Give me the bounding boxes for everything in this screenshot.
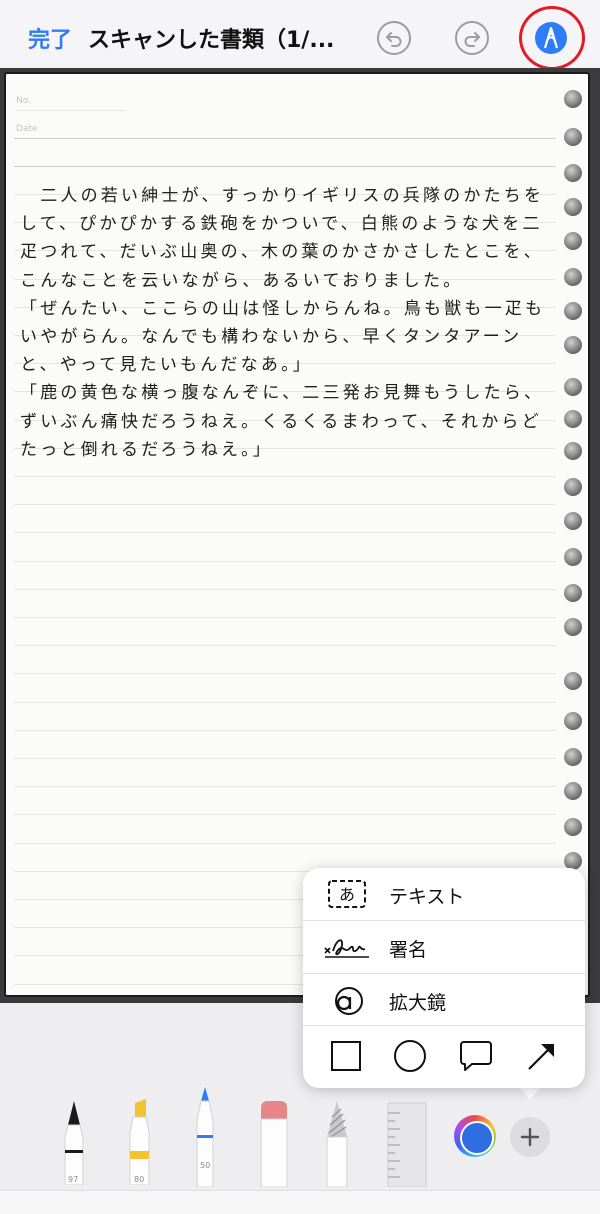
eraser-tool[interactable] (258, 1099, 290, 1191)
done-button[interactable]: 完了 (28, 22, 72, 54)
pencil-tool[interactable]: 50 (190, 1083, 220, 1191)
marker-icon (129, 1099, 150, 1186)
signature-icon (324, 939, 369, 958)
binding-hole (564, 512, 582, 530)
arrow-icon[interactable] (525, 1039, 559, 1073)
page-line (14, 561, 556, 562)
binding-hole (564, 410, 582, 428)
binding-hole (564, 618, 582, 636)
page-line (14, 843, 556, 844)
binding-hole (564, 378, 582, 396)
menu-item-label: 署名 (389, 939, 428, 961)
page-line (14, 166, 556, 167)
pen-icon (64, 1101, 84, 1186)
binding-hole (564, 748, 582, 766)
color-picker-button[interactable] (454, 1115, 496, 1157)
marker-tool[interactable]: 80 (124, 1095, 154, 1189)
page-line (14, 758, 556, 759)
binding-hole (564, 712, 582, 730)
menu-item-label: テキスト (389, 886, 465, 908)
add-button[interactable] (510, 1117, 550, 1157)
binding-hole (564, 782, 582, 800)
menu-item-magnifier[interactable]: 拡大鏡 (303, 974, 585, 1026)
menu-item-signature[interactable]: 署名 (303, 921, 585, 973)
page-line (14, 504, 556, 505)
page-line (14, 476, 556, 477)
ruler-icon (387, 1102, 427, 1188)
document-title: スキャンした書類（1/... (88, 28, 335, 53)
redo-icon (464, 32, 480, 47)
shape-row (303, 1026, 585, 1088)
page-no-label: No. (16, 96, 31, 106)
pencil-icon (196, 1087, 214, 1188)
lasso-tool[interactable] (322, 1097, 352, 1191)
navigation-bar: 完了 スキャンした書類（1/... (0, 0, 600, 78)
undo-button[interactable] (377, 21, 411, 55)
text-box-glyph: あ (339, 885, 355, 904)
scanned-page: No. Date 二人の若い紳士が、すっかりイギリスの兵隊のかたちをして、ぴかぴ… (4, 72, 590, 997)
binding-hole (564, 584, 582, 602)
binding-hole (564, 336, 582, 354)
highlight-ring (519, 6, 585, 70)
binding-hole (564, 128, 582, 146)
text-box-icon: あ (328, 880, 366, 908)
marker-width-label: 80 (134, 1175, 145, 1184)
pen-width-label: 97 (68, 1175, 79, 1184)
page-line (14, 617, 556, 618)
undo-icon (386, 32, 402, 47)
page-line (14, 786, 556, 787)
binding-hole (564, 268, 582, 286)
binding-hole (564, 90, 582, 108)
binding-hole (564, 818, 582, 836)
page-line (14, 645, 556, 646)
menu-item-label: 拡大鏡 (389, 992, 447, 1014)
binding-hole (564, 442, 582, 460)
eraser-icon (260, 1101, 288, 1188)
page-line (14, 730, 556, 731)
ruler-tool[interactable] (386, 1101, 428, 1191)
pencil-width-label: 50 (200, 1161, 211, 1170)
page-line (16, 110, 126, 111)
binding-hole (564, 198, 582, 216)
binding-hole (564, 548, 582, 566)
markup-add-menu: あ テキスト 署名 拡大鏡 (303, 868, 585, 1088)
circle-icon[interactable] (393, 1039, 427, 1073)
binding-hole (564, 478, 582, 496)
binding-hole (564, 672, 582, 690)
handwritten-text: 二人の若い紳士が、すっかりイギリスの兵隊のかたちをして、ぴかぴかする鉄砲をかつい… (20, 186, 546, 460)
plus-icon (520, 1127, 540, 1147)
page-date-label: Date (16, 124, 38, 134)
menu-item-text[interactable]: あ テキスト (303, 868, 585, 920)
binding-hole (564, 164, 582, 182)
page-line (14, 532, 556, 533)
document-canvas[interactable]: No. Date 二人の若い紳士が、すっかりイギリスの兵隊のかたちをして、ぴかぴ… (0, 68, 600, 1003)
page-line (14, 814, 556, 815)
page-line (14, 702, 556, 703)
page-line (14, 673, 556, 674)
page-line (14, 138, 556, 139)
bottom-bar (0, 1190, 600, 1214)
redo-button[interactable] (455, 21, 489, 55)
speech-bubble-icon[interactable] (459, 1039, 493, 1073)
pen-tool[interactable]: 97 (60, 1095, 88, 1189)
binding-hole (564, 232, 582, 250)
binding-hole (564, 302, 582, 320)
magnifier-icon (335, 987, 363, 1015)
page-line (14, 589, 556, 590)
lasso-icon (326, 1101, 348, 1188)
square-icon[interactable] (329, 1039, 363, 1073)
